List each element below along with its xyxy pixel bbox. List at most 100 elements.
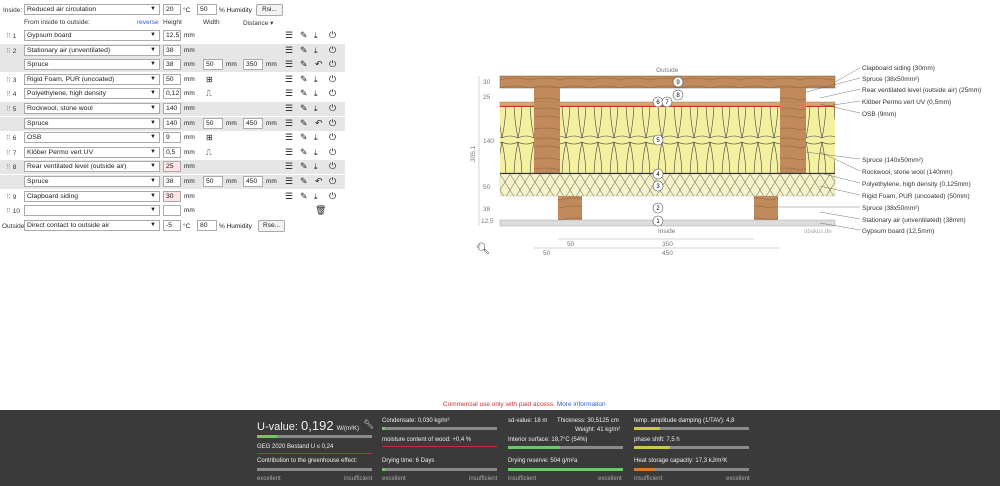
inside-humidity-input[interactable]: 50 [197, 4, 217, 15]
power-icon[interactable]: ⏻ [329, 118, 336, 128]
layer-number[interactable]: ⠿ 9 [6, 193, 16, 201]
plus-frame-icon[interactable]: ⊞ [206, 75, 213, 84]
rse-button[interactable]: Rse... [258, 220, 285, 232]
menu-icon[interactable]: ☰ [285, 89, 293, 98]
pencil-icon[interactable]: ✎ [300, 162, 308, 171]
pencil-icon[interactable]: ✎ [300, 74, 308, 84]
power-icon[interactable]: ⏻ [329, 162, 336, 171]
power-icon[interactable]: ⏻ [329, 191, 336, 201]
material-select[interactable]: Spruce ▼ [24, 176, 160, 187]
pencil-icon[interactable]: ✎ [300, 118, 308, 128]
layer-number[interactable]: ⠿ 4 [6, 90, 16, 98]
power-icon[interactable]: ⏻ [329, 104, 336, 113]
plus-frame-icon[interactable]: ⊞ [206, 133, 213, 142]
pencil-icon[interactable]: ✎ [300, 133, 308, 142]
menu-icon[interactable]: ☰ [285, 118, 293, 128]
add-layer-icon[interactable]: ⤓ [314, 46, 318, 55]
height-input[interactable]: 140 [163, 117, 181, 129]
power-icon[interactable]: ⏻ [329, 74, 336, 84]
distance-header[interactable]: Distance ▾ [243, 19, 273, 27]
width-input[interactable]: 50 [203, 117, 223, 129]
pencil-icon[interactable]: ✎ [300, 60, 308, 69]
rsi-button[interactable]: Rsi... [256, 4, 283, 16]
power-icon[interactable]: ⏻ [329, 60, 336, 69]
add-layer-icon[interactable]: ⤓ [314, 148, 318, 157]
height-input[interactable]: 9 [163, 132, 181, 144]
distance-input[interactable]: 450 [243, 117, 263, 129]
undo-icon[interactable]: ↶ [315, 177, 323, 186]
layer-number[interactable]: ⠿ 1 [6, 32, 16, 40]
add-layer-icon[interactable]: ⤓ [314, 31, 318, 40]
material-select[interactable]: ▼ [24, 205, 160, 217]
outside-temp-input[interactable]: -5 [163, 220, 181, 231]
power-icon[interactable]: ⏻ [329, 45, 336, 55]
height-input[interactable]: 140 [163, 103, 181, 114]
height-input[interactable]: 25 [163, 161, 181, 173]
material-select[interactable]: Rockwool, stone wool ▼ [24, 103, 160, 114]
layer-number[interactable]: ⠿ 10 [6, 207, 20, 215]
height-input[interactable]: 50 [163, 73, 181, 85]
height-input[interactable]: 30 [163, 190, 181, 202]
add-layer-icon[interactable]: ⤓ [314, 89, 318, 98]
layer-number[interactable]: ⠿ 2 [6, 47, 16, 55]
zoom-icon[interactable]: 🔍︎ [476, 242, 490, 255]
layer-number[interactable]: ⠿ 5 [6, 105, 16, 113]
layer-number[interactable]: ⠿ 8 [6, 163, 16, 171]
material-select[interactable]: Rigid Foam, PUR (uncoated) ▼ [24, 73, 160, 85]
material-select[interactable]: Spruce ▼ [24, 59, 160, 71]
width-input[interactable]: 50 [203, 59, 223, 71]
menu-icon[interactable]: ☰ [285, 147, 293, 157]
height-input[interactable]: 38 [163, 176, 181, 187]
layer-number[interactable]: ⠿ 3 [6, 76, 16, 84]
outside-condition-select[interactable]: Direct contact to outside air ▼ [24, 220, 160, 231]
pencil-icon[interactable]: ✎ [300, 104, 308, 113]
add-layer-icon[interactable]: ⤓ [314, 133, 318, 142]
add-layer-icon[interactable]: ⤓ [314, 75, 318, 84]
undo-icon[interactable]: ↶ [315, 60, 323, 69]
layer-number[interactable]: ⠿ 6 [6, 134, 16, 142]
material-select[interactable]: Rear ventilated level (outside air) ▼ [24, 161, 160, 173]
menu-icon[interactable]: ☰ [285, 60, 293, 69]
height-input[interactable]: 12,5 [163, 30, 181, 41]
height-input[interactable]: 0,12 [163, 88, 181, 100]
height-input[interactable]: 0,5 [163, 146, 181, 158]
pencil-icon[interactable]: ✎ [300, 191, 308, 201]
material-select[interactable]: Gypsum board ▼ [24, 30, 160, 41]
power-icon[interactable]: ⏻ [329, 31, 336, 40]
material-select[interactable]: Polyethylene, high density ▼ [24, 88, 160, 100]
pencil-icon[interactable]: ✎ [300, 31, 308, 40]
trash-icon[interactable]: 🗑︎ [315, 206, 326, 215]
material-select[interactable]: OSB ▼ [24, 132, 160, 144]
more-info-link[interactable]: More information [557, 401, 606, 408]
pencil-icon[interactable]: ✎ [300, 89, 308, 98]
inside-condition-select[interactable]: Reduced air circulation ▼ [24, 4, 160, 15]
vapor-control-icon[interactable]: ⎍ [206, 148, 212, 157]
power-icon[interactable]: ⏻ [329, 147, 336, 157]
power-icon[interactable]: ⏻ [329, 133, 336, 142]
layer-number[interactable]: ⠿ 7 [6, 149, 16, 157]
menu-icon[interactable]: ☰ [285, 133, 293, 142]
width-input[interactable]: 50 [203, 176, 223, 187]
wrench-icon[interactable]: 🔧︎ [363, 419, 374, 430]
pencil-icon[interactable]: ✎ [300, 177, 308, 186]
reverse-link[interactable]: reverse [137, 19, 159, 26]
menu-icon[interactable]: ☰ [285, 177, 293, 186]
height-input[interactable] [163, 205, 181, 217]
menu-icon[interactable]: ☰ [285, 104, 293, 113]
add-layer-icon[interactable]: ⤓ [314, 192, 318, 201]
material-select[interactable]: Klöber Permo vert UV ▼ [24, 146, 160, 158]
menu-icon[interactable]: ☰ [285, 31, 293, 40]
add-layer-icon[interactable]: ⤓ [314, 162, 318, 171]
distance-input[interactable]: 350 [243, 59, 263, 71]
height-input[interactable]: 38 [163, 44, 181, 56]
menu-icon[interactable]: ☰ [285, 191, 293, 201]
outside-humidity-input[interactable]: 80 [197, 220, 217, 231]
inside-temp-input[interactable]: 20 [163, 4, 181, 15]
menu-icon[interactable]: ☰ [285, 162, 293, 171]
distance-input[interactable]: 450 [243, 176, 263, 187]
material-select[interactable]: Spruce ▼ [24, 117, 160, 129]
add-layer-icon[interactable]: ⤓ [314, 104, 318, 113]
power-icon[interactable]: ⏻ [329, 89, 336, 98]
power-icon[interactable]: ⏻ [329, 177, 336, 186]
height-input[interactable]: 38 [163, 59, 181, 71]
